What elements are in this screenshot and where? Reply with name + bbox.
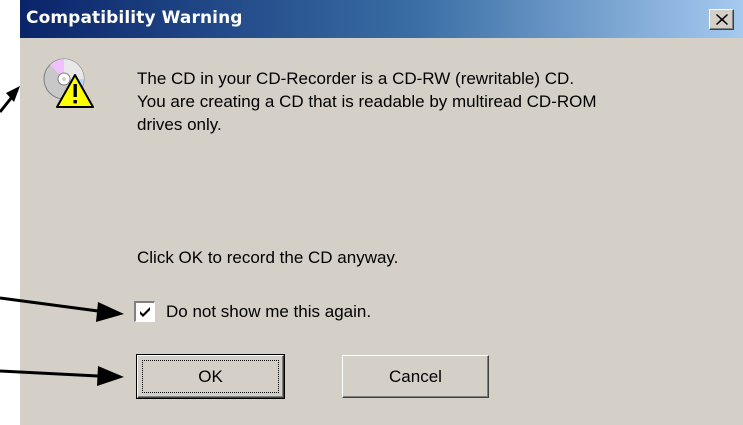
cancel-button-label: Cancel bbox=[389, 367, 442, 386]
screenshot: Compatibility Warning The CD in your CD-… bbox=[0, 0, 743, 425]
checkbox-box[interactable] bbox=[134, 301, 155, 322]
compatibility-warning-dialog: Compatibility Warning The CD in your CD-… bbox=[18, 0, 743, 425]
warning-message: The CD in your CD-Recorder is a CD-RW (r… bbox=[137, 69, 597, 134]
cd-warning-icon bbox=[43, 58, 94, 108]
close-icon bbox=[716, 14, 728, 25]
cancel-button[interactable]: Cancel bbox=[342, 355, 489, 398]
dialog-title: Compatibility Warning bbox=[26, 8, 243, 28]
ok-button[interactable]: OK bbox=[136, 354, 285, 399]
focus-rectangle bbox=[142, 360, 279, 393]
confirmation-prompt: Click OK to record the CD anyway. bbox=[137, 248, 399, 267]
close-button[interactable] bbox=[709, 9, 734, 30]
checkbox-label[interactable]: Do not show me this again. bbox=[166, 302, 371, 322]
arrow-to-icon bbox=[0, 86, 20, 113]
title-bar[interactable]: Compatibility Warning bbox=[20, 0, 743, 38]
checkmark-icon bbox=[140, 307, 150, 317]
